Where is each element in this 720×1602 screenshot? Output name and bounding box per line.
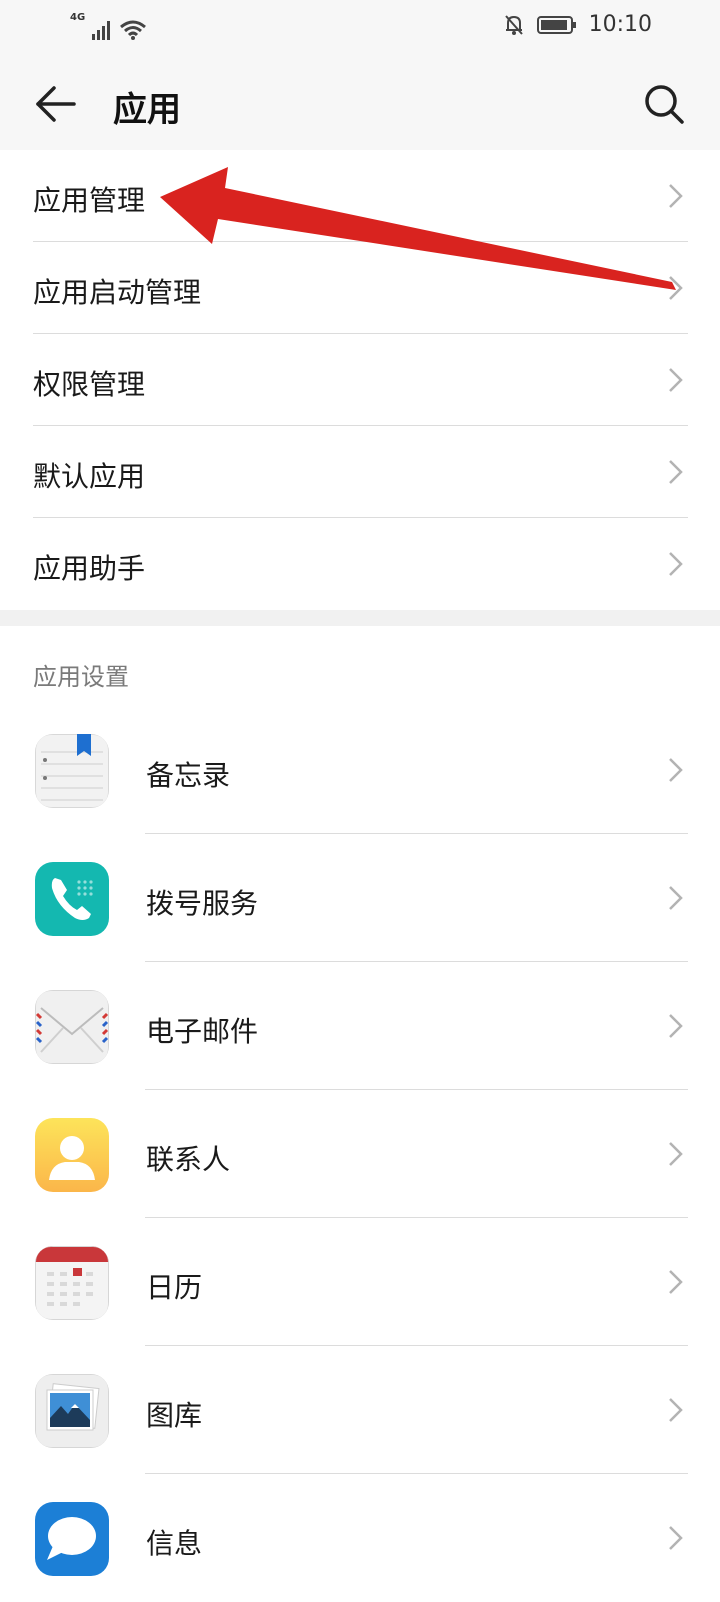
chevron-right-icon [669, 276, 683, 300]
app-settings-menu: 应用管理 应用启动管理 权限管理 默认应用 应用助手 [0, 150, 720, 610]
notepad-icon [35, 734, 109, 808]
calendar-icon [35, 1246, 109, 1320]
menu-item-label: 权限管理 [33, 368, 146, 401]
app-label: 信息 [146, 1527, 203, 1560]
back-button[interactable] [30, 80, 80, 128]
app-item-contacts[interactable]: 联系人 [0, 1090, 720, 1218]
menu-item-permissions[interactable]: 权限管理 [0, 334, 720, 426]
menu-item-startup-management[interactable]: 应用启动管理 [0, 242, 720, 334]
page-title: 应用 [113, 90, 181, 130]
app-label: 备忘录 [146, 759, 231, 792]
chevron-right-icon [669, 758, 683, 782]
menu-item-app-management[interactable]: 应用管理 [0, 150, 720, 242]
status-right: 10:10 [503, 12, 652, 37]
app-label: 电子邮件 [146, 1015, 259, 1048]
app-item-email[interactable]: 电子邮件 [0, 962, 720, 1090]
app-label: 拨号服务 [146, 887, 259, 920]
chevron-right-icon [669, 552, 683, 576]
app-label: 联系人 [146, 1143, 231, 1176]
status-left: 4G [70, 12, 147, 41]
battery-icon [536, 15, 576, 34]
chevron-right-icon [669, 184, 683, 208]
chevron-right-icon [669, 886, 683, 910]
menu-item-default-apps[interactable]: 默认应用 [0, 426, 720, 518]
app-item-notepad[interactable]: 备忘录 [0, 706, 720, 834]
menu-item-label: 应用启动管理 [33, 276, 202, 309]
menu-item-label: 默认应用 [33, 460, 146, 493]
mute-icon [504, 14, 523, 35]
menu-item-label: 应用管理 [33, 184, 146, 217]
network-label: 4G [70, 12, 86, 23]
clock: 10:10 [588, 12, 652, 37]
chevron-right-icon [669, 1398, 683, 1422]
email-icon [35, 990, 109, 1064]
contacts-icon [35, 1118, 109, 1192]
chevron-right-icon [669, 1142, 683, 1166]
gallery-icon [35, 1374, 109, 1448]
app-bar: 应用 [0, 54, 720, 150]
signal-icon [92, 21, 111, 40]
section-gap [0, 610, 720, 626]
app-item-gallery[interactable]: 图库 [0, 1346, 720, 1474]
app-item-calendar[interactable]: 日历 [0, 1218, 720, 1346]
search-icon [645, 85, 684, 124]
menu-item-label: 应用助手 [33, 552, 146, 585]
section-title: 应用设置 [33, 663, 129, 691]
app-item-dialer[interactable]: 拨号服务 [0, 834, 720, 962]
chevron-right-icon [669, 1014, 683, 1038]
chevron-right-icon [669, 1526, 683, 1550]
phone-icon [35, 862, 109, 936]
search-button[interactable] [640, 80, 688, 128]
app-label: 日历 [146, 1271, 203, 1304]
status-bar: 4G 10:10 [0, 0, 720, 54]
app-list: 备忘录 拨号服务 电子邮件 联系人 日历 图库 信息 [0, 706, 720, 1602]
wifi-icon [120, 20, 147, 40]
messages-icon [35, 1502, 109, 1576]
chevron-right-icon [669, 460, 683, 484]
back-arrow-icon [36, 86, 76, 122]
chevron-right-icon [669, 1270, 683, 1294]
menu-item-app-assistant[interactable]: 应用助手 [0, 518, 720, 610]
app-item-messages[interactable]: 信息 [0, 1474, 720, 1602]
chevron-right-icon [669, 368, 683, 392]
app-label: 图库 [146, 1399, 203, 1432]
